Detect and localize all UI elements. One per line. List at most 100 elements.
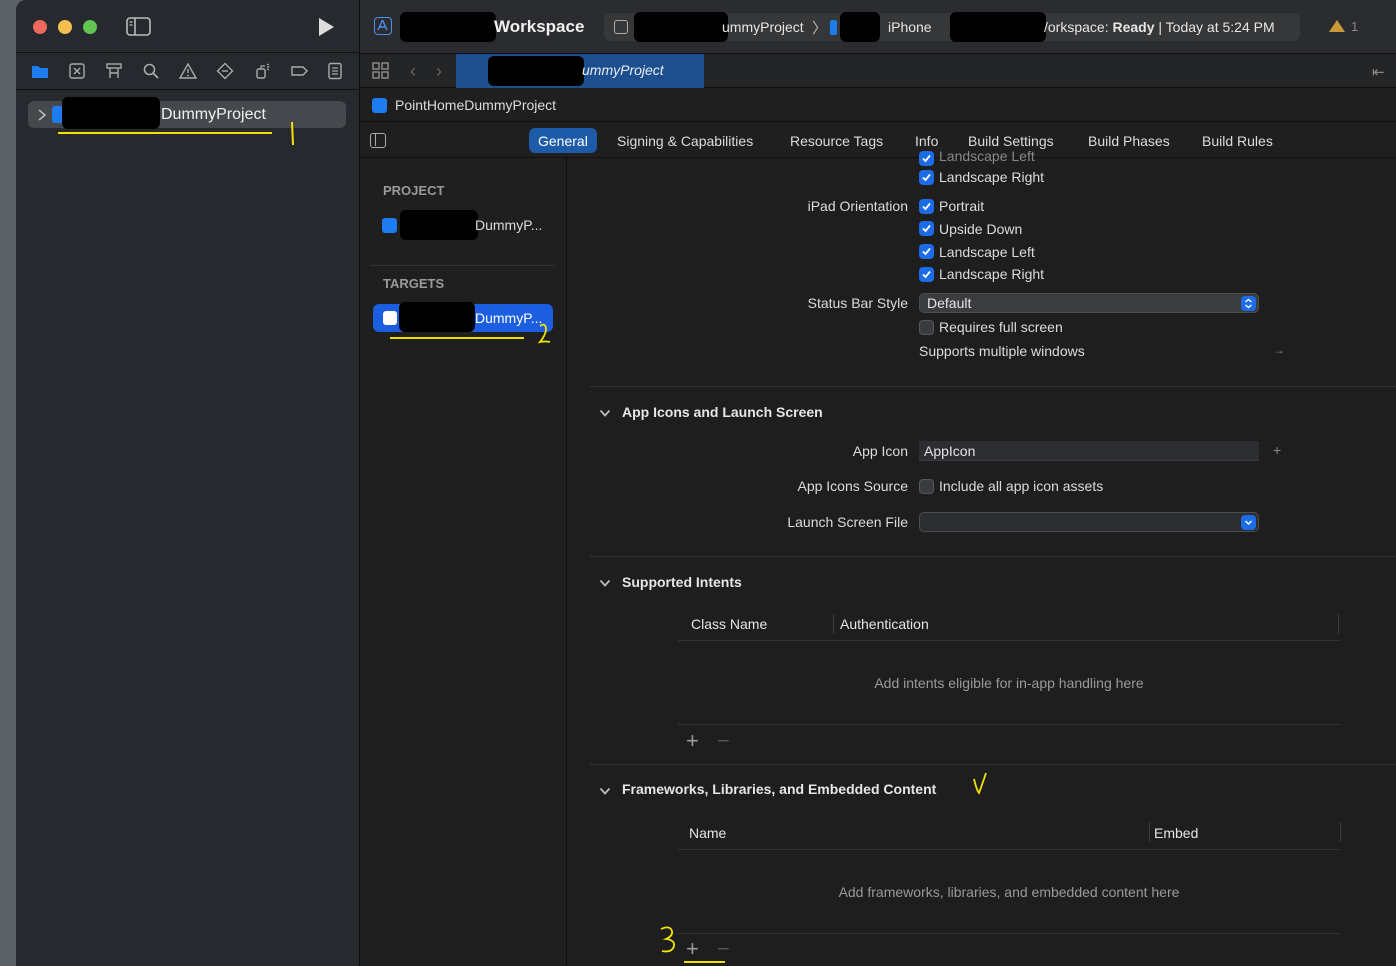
grid-icon[interactable] [372,62,389,84]
status-ready: Ready [1112,19,1155,35]
arrow-right-icon[interactable]: → [1273,343,1285,357]
symbol-navigator-icon[interactable] [101,58,127,84]
ipad-upside-down-checkbox[interactable] [919,221,934,236]
scheme-selector[interactable]: ummyProject [722,19,804,35]
jump-bar: PointHomeDummyProject [360,88,1396,122]
chevron-right-icon[interactable] [37,108,47,126]
iphone-landscape-right-checkbox[interactable] [919,170,934,185]
back-arrow-icon[interactable]: ‹ [410,61,416,82]
workspace-title: Workspace [494,17,585,36]
minimize-window-button[interactable] [58,20,72,34]
add-icon[interactable]: + [1273,442,1281,458]
supported-intents-section-header[interactable]: Supported Intents [622,574,742,590]
chevron-right-icon: 〉 [812,20,828,37]
warning-count[interactable]: 1 [1351,19,1358,34]
iphone-landscape-left-label: Landscape Left [939,148,1035,164]
project-file-icon [372,98,387,113]
hide-targets-icon[interactable] [370,133,386,148]
activity-bar: ummyProject 〉 iPhone /orkspace: Ready | … [604,12,1300,42]
zoom-window-button[interactable] [83,20,97,34]
ipad-landscape-right-checkbox[interactable] [919,267,934,282]
column-divider [833,614,834,634]
warning-triangle-icon[interactable] [1328,19,1346,38]
general-settings-editor: Landscape Left Landscape Right iPad Orie… [568,148,1396,966]
class-name-column-header[interactable]: Class Name [691,616,767,632]
tab-build-rules[interactable]: Build Rules [1193,128,1282,153]
redacted-region [840,12,880,42]
active-editor-tab[interactable]: ummyProject [456,54,704,88]
iphone-landscape-left-checkbox[interactable] [919,151,934,166]
status-prefix: /orkspace: [1044,19,1113,35]
launch-screen-file-combobox[interactable] [919,512,1259,532]
status-bar-style-value: Default [927,295,972,311]
redacted-region [950,12,1046,42]
requires-full-screen-label: Requires full screen [939,319,1063,335]
ipad-landscape-left-checkbox[interactable] [919,244,934,259]
chevron-down-icon[interactable] [599,406,611,418]
folder-icon[interactable] [27,58,53,84]
target-list-item[interactable]: DummyP... [373,302,553,332]
chevron-down-icon[interactable] [599,784,611,796]
project-section-header: PROJECT [383,183,445,198]
name-column-header[interactable]: Name [689,825,726,841]
project-item-label: DummyP... [475,217,543,233]
chevron-down-icon [1241,515,1256,530]
status-bar-style-popup[interactable]: Default [919,293,1259,313]
project-targets-panel: PROJECT DummyP... TARGETS DummyP... [360,158,567,966]
requires-full-screen-checkbox[interactable] [919,320,934,335]
status-time: | Today at 5:24 PM [1154,19,1275,35]
divider [678,933,1340,934]
add-framework-button[interactable]: + [686,938,699,960]
app-icons-source-label: App Icons Source [797,478,908,494]
search-icon[interactable] [138,58,164,84]
report-icon[interactable] [322,58,348,84]
debug-spray-icon[interactable] [249,58,275,84]
column-divider [1338,614,1339,634]
active-tab-label: ummyProject [582,62,664,78]
authentication-column-header[interactable]: Authentication [840,616,929,632]
divider [590,764,1396,765]
editor-tab-bar: ‹ › ummyProject ⇤ [360,54,1396,88]
project-file-icon [382,218,397,233]
tab-build-phases[interactable]: Build Phases [1079,128,1179,153]
embed-column-header[interactable]: Embed [1154,825,1198,841]
divider [678,849,1340,850]
add-editor-icon[interactable]: ⇤ [1372,63,1385,81]
ipad-upside-down-label: Upside Down [939,221,1023,237]
close-window-button[interactable] [33,20,47,34]
run-icon[interactable] [316,16,336,43]
add-intent-button[interactable]: + [686,730,699,752]
forward-arrow-icon[interactable]: › [436,61,442,82]
app-icons-section-header[interactable]: App Icons and Launch Screen [622,404,823,420]
jumpbar-project-label[interactable]: PointHomeDummyProject [395,97,556,113]
navigator-project-row[interactable]: DummyProject [28,97,346,129]
divider [678,640,1340,641]
tab-signing-capabilities[interactable]: Signing & Capabilities [608,128,762,153]
chevron-down-icon[interactable] [599,576,611,588]
supports-multiple-windows-label: Supports multiple windows [919,343,1085,359]
remove-intent-button[interactable]: − [717,730,730,752]
redacted-region [488,56,584,86]
test-diamond-icon[interactable] [212,58,238,84]
frameworks-section-header[interactable]: Frameworks, Libraries, and Embedded Cont… [622,781,936,797]
tab-resource-tags[interactable]: Resource Tags [781,128,892,153]
sidebar-toggle-icon[interactable] [126,16,152,43]
tab-general[interactable]: General [529,128,597,153]
include-all-icons-checkbox[interactable] [919,479,934,494]
app-icon-label: App Icon [852,443,908,459]
updown-chevron-icon [1241,296,1256,311]
run-destination-selector[interactable]: iPhone [888,19,932,35]
intents-empty-message: Add intents eligible for in-app handling… [874,675,1144,691]
navigator-project-name: DummyProject [161,106,266,123]
ipad-portrait-label: Portrait [939,198,985,214]
breakpoint-icon[interactable] [286,58,312,84]
workspace-app-icon [374,17,392,35]
column-divider [1149,822,1150,842]
ipad-portrait-checkbox[interactable] [919,199,934,214]
project-list-item[interactable]: DummyP... [374,210,554,240]
redacted-region [62,97,160,129]
source-control-icon[interactable] [64,58,90,84]
remove-framework-button[interactable]: − [717,938,730,960]
app-icon-field[interactable]: AppIcon [919,441,1259,461]
warning-icon[interactable] [175,58,201,84]
